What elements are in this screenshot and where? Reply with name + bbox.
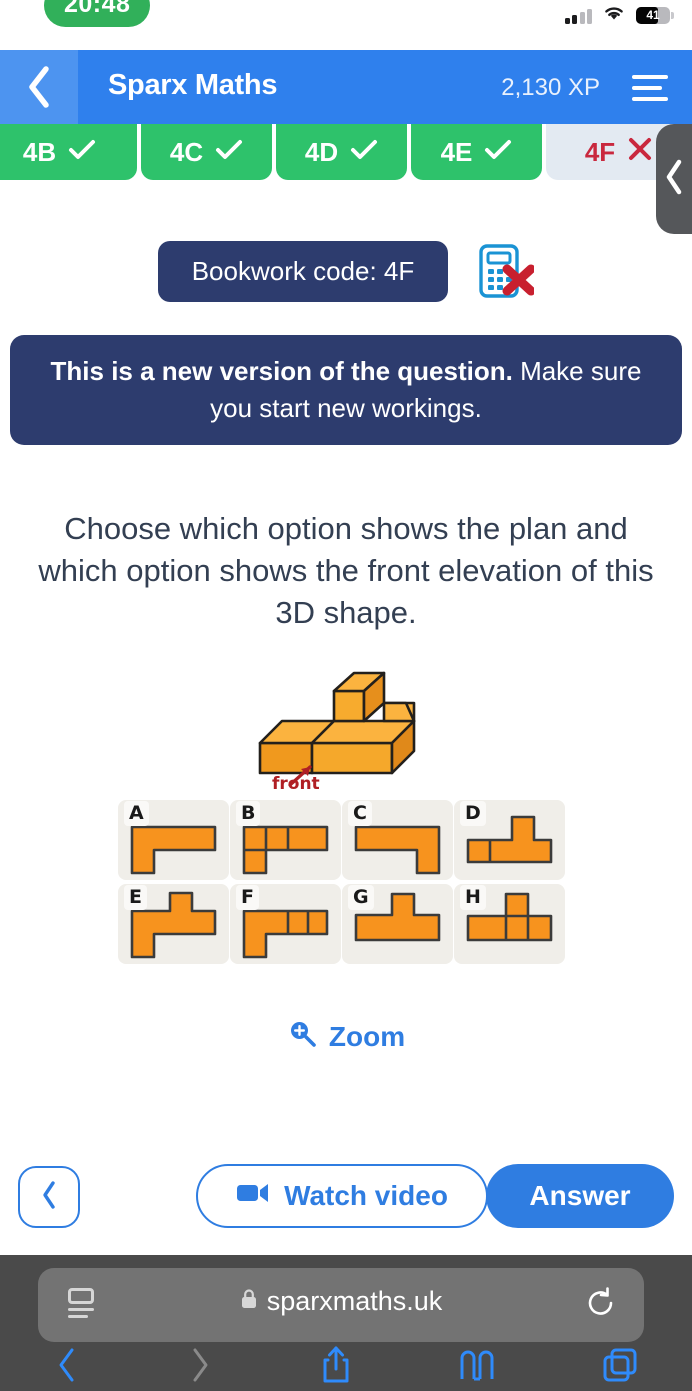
option-label: A — [124, 801, 149, 826]
hamburger-menu-icon[interactable] — [632, 75, 668, 101]
option-f[interactable]: F — [230, 884, 341, 964]
reload-icon[interactable] — [586, 1287, 616, 1326]
isometric-shape-svg: front — [258, 671, 416, 794]
watch-video-label: Watch video — [284, 1180, 448, 1211]
tab-label: 4E — [440, 136, 473, 167]
option-label: B — [236, 801, 261, 826]
tabs-icon[interactable] — [602, 1347, 638, 1388]
cross-icon — [627, 136, 653, 169]
tab-4d[interactable]: 4D — [276, 124, 407, 180]
check-icon — [350, 137, 378, 168]
zoom-label: Zoom — [328, 1020, 406, 1052]
page-title: Sparx Maths — [108, 69, 278, 101]
share-icon[interactable] — [320, 1345, 352, 1390]
front-caption: front — [272, 774, 320, 791]
action-bar: Watch video Answer — [0, 1155, 692, 1255]
task-tab-strip: 4B 4C 4D 4E 4F — [0, 124, 692, 180]
wifi-icon — [601, 4, 627, 27]
ios-status-bar: 20:48 41 — [0, 0, 692, 34]
option-label: H — [460, 885, 486, 910]
book-icon[interactable] — [459, 1348, 495, 1387]
browser-forward-button[interactable] — [187, 1346, 213, 1389]
cellular-signal-icon — [564, 8, 592, 24]
battery-icon: 41 — [636, 7, 674, 24]
status-time-recording-pill: 20:48 — [44, 0, 151, 27]
option-label: C — [348, 801, 372, 826]
previous-question-button[interactable] — [18, 1166, 80, 1228]
safari-toolbar — [0, 1343, 692, 1391]
safari-bottom-chrome: sparxmaths.uk — [0, 1255, 692, 1391]
option-b[interactable]: B — [230, 800, 341, 880]
three-d-shape-figure: front — [246, 661, 456, 794]
option-label: D — [460, 801, 486, 826]
option-d[interactable]: D — [454, 800, 565, 880]
address-bar-host: sparxmaths.uk — [38, 1286, 644, 1317]
new-version-notice: This is a new version of the question. M… — [10, 335, 682, 445]
browser-back-button[interactable] — [54, 1346, 80, 1389]
option-g[interactable]: G — [342, 884, 453, 964]
check-icon — [484, 137, 512, 168]
option-label: G — [348, 885, 374, 910]
option-e[interactable]: E — [118, 884, 229, 964]
status-indicators: 41 — [564, 4, 674, 27]
option-label: E — [124, 885, 147, 910]
option-grid: A B C D E F G H — [118, 800, 576, 964]
chevron-left-icon — [40, 1180, 58, 1215]
app-header: Sparx Maths 2,130 XP — [0, 50, 692, 124]
tab-4b[interactable]: 4B — [0, 124, 137, 180]
bookwork-row: Bookwork code: 4F — [0, 241, 692, 302]
tab-label: 4B — [22, 136, 57, 167]
address-bar[interactable]: sparxmaths.uk — [38, 1268, 644, 1342]
chevron-left-icon — [26, 65, 52, 109]
bookwork-code-pill: Bookwork code: 4F — [157, 241, 449, 302]
tab-4c[interactable]: 4C — [141, 124, 272, 180]
answer-button[interactable]: Answer — [486, 1164, 674, 1228]
tab-4e[interactable]: 4E — [411, 124, 542, 180]
question-sheet: Bookwork code: 4F This is a new version … — [0, 180, 692, 1255]
check-icon — [68, 137, 96, 168]
option-label: F — [236, 885, 259, 910]
option-c[interactable]: C — [342, 800, 453, 880]
watch-video-button[interactable]: Watch video — [196, 1164, 488, 1228]
option-a[interactable]: A — [118, 800, 229, 880]
zoom-in-magnifier-icon — [287, 1018, 317, 1055]
answer-label: Answer — [529, 1180, 631, 1211]
url-text: sparxmaths.uk — [266, 1286, 443, 1316]
question-text: Choose which option shows the plan and w… — [38, 511, 654, 631]
option-h[interactable]: H — [454, 884, 565, 964]
check-icon — [215, 137, 243, 168]
calculator-not-allowed-icon — [478, 243, 536, 301]
tab-label: 4F — [584, 136, 616, 167]
zoom-control[interactable]: Zoom — [0, 1018, 692, 1055]
chevron-left-icon — [664, 159, 684, 200]
tab-label: 4D — [304, 136, 339, 167]
xp-counter: 2,130 XP — [501, 74, 600, 101]
notice-bold-text: This is a new version of the question. — [50, 356, 513, 386]
tab-label: 4C — [169, 136, 204, 167]
header-back-button[interactable] — [0, 50, 78, 124]
video-camera-icon — [236, 1180, 270, 1212]
lock-icon — [240, 1286, 258, 1317]
side-drawer-handle[interactable] — [656, 124, 692, 234]
